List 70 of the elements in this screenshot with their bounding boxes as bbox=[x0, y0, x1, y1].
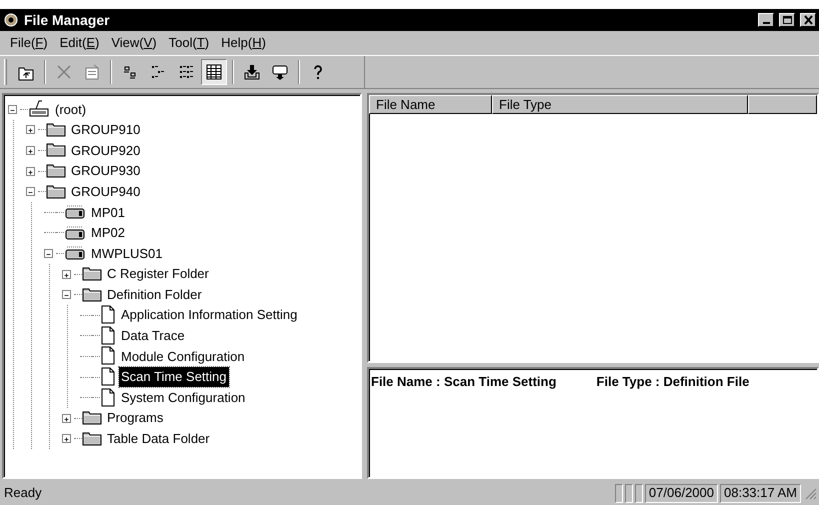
tree-item[interactable]: Data Trace bbox=[119, 326, 187, 346]
tree-item[interactable]: Application Information Setting bbox=[119, 305, 300, 325]
tree-item[interactable]: (root) bbox=[53, 100, 88, 120]
tree-item[interactable]: MWPLUS01 bbox=[89, 244, 165, 264]
plus-icon bbox=[27, 146, 34, 156]
monitor-arrow-icon bbox=[271, 63, 289, 81]
expand-toggle[interactable] bbox=[62, 434, 71, 444]
tree-item[interactable]: MP02 bbox=[89, 223, 127, 243]
plus-icon bbox=[63, 435, 70, 444]
expand-toggle[interactable] bbox=[62, 270, 71, 279]
expand-toggle[interactable] bbox=[26, 125, 35, 134]
menu-item[interactable]: Tool(T) bbox=[162, 33, 216, 53]
download-icon bbox=[243, 63, 261, 81]
status-panel bbox=[634, 484, 643, 502]
document-icon bbox=[100, 388, 116, 408]
minimize-icon bbox=[762, 22, 770, 24]
tree-item[interactable]: Table Data Folder bbox=[105, 429, 212, 449]
maximize-icon bbox=[782, 15, 792, 25]
column-header[interactable]: File Type bbox=[492, 95, 748, 114]
expand-toggle[interactable] bbox=[62, 290, 71, 300]
close-icon bbox=[802, 15, 814, 25]
window-title: File Manager bbox=[24, 10, 110, 30]
plus-icon bbox=[63, 270, 70, 280]
tree-item[interactable]: MP01 bbox=[89, 202, 127, 222]
details-view-button[interactable] bbox=[201, 59, 227, 85]
tree-item[interactable]: Module Configuration bbox=[119, 346, 247, 366]
file-name-text: File Name : Scan Time Setting bbox=[371, 373, 556, 391]
status-date: 07/06/2000 bbox=[644, 484, 718, 502]
menu-item[interactable]: Help(H) bbox=[215, 33, 272, 53]
details-view-icon bbox=[205, 63, 223, 81]
status-panel bbox=[624, 484, 633, 502]
status-panel bbox=[614, 484, 623, 502]
expand-toggle[interactable] bbox=[44, 248, 53, 258]
tree-item[interactable]: GROUP920 bbox=[69, 140, 142, 160]
document-icon bbox=[100, 367, 116, 388]
tree-item[interactable]: GROUP910 bbox=[69, 120, 142, 140]
tree-item[interactable]: C Register Folder bbox=[105, 264, 211, 284]
expand-toggle[interactable] bbox=[8, 104, 17, 114]
expand-toggle[interactable] bbox=[26, 166, 35, 176]
close-button[interactable] bbox=[800, 13, 816, 27]
plus-icon bbox=[27, 168, 34, 177]
menu-item[interactable]: File(F) bbox=[4, 33, 54, 53]
tree-item[interactable]: Programs bbox=[105, 408, 166, 428]
column-header[interactable]: File Name bbox=[369, 95, 492, 114]
document-icon bbox=[100, 305, 116, 326]
file-type-text: File Type : Definition File bbox=[596, 373, 750, 391]
menu-item[interactable]: View(V) bbox=[105, 33, 163, 53]
status-time: 08:33:17 AM bbox=[720, 484, 801, 502]
maximize-button[interactable] bbox=[779, 13, 795, 27]
document-icon bbox=[100, 326, 116, 346]
tree-item[interactable]: Scan Time Setting bbox=[119, 367, 228, 387]
delete-icon bbox=[55, 63, 73, 81]
document-icon bbox=[100, 346, 116, 366]
properties-icon bbox=[83, 63, 101, 81]
tree-item[interactable]: GROUP940 bbox=[69, 182, 142, 202]
tree-item[interactable]: System Configuration bbox=[119, 388, 248, 408]
resize-grip-icon[interactable] bbox=[803, 486, 817, 500]
tree-item[interactable]: GROUP930 bbox=[69, 161, 142, 181]
list-view-icon bbox=[177, 63, 195, 81]
expand-toggle[interactable] bbox=[62, 414, 71, 423]
menu-item[interactable]: Edit(E) bbox=[54, 33, 106, 53]
expand-toggle[interactable] bbox=[26, 146, 35, 155]
status-text: Ready bbox=[4, 484, 43, 502]
column-header[interactable] bbox=[748, 95, 817, 114]
minimize-button[interactable] bbox=[758, 13, 774, 27]
small-icons-icon bbox=[149, 63, 167, 81]
plus-icon bbox=[63, 414, 70, 424]
expand-toggle[interactable] bbox=[26, 187, 35, 196]
plus-icon bbox=[27, 126, 34, 136]
tree-item[interactable]: Definition Folder bbox=[105, 284, 204, 304]
